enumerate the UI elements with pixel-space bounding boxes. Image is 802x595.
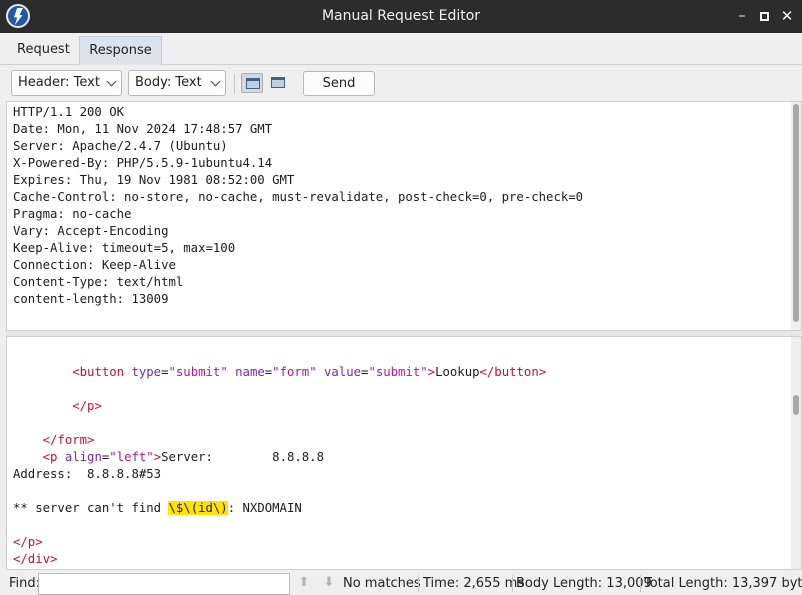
toolbar: Header: Text Body: Text Send: [0, 66, 802, 101]
header-line: Connection: Keep-Alive: [13, 258, 176, 272]
header-line: Server: Apache/2.4.7 (Ubuntu): [13, 139, 228, 153]
body-view-label: Body: Text: [135, 75, 202, 90]
toolbar-separator: [234, 74, 235, 94]
chevron-down-icon: [106, 76, 117, 87]
body-view-select[interactable]: Body: Text: [128, 70, 226, 96]
body-length: Body Length: 13,009: [516, 576, 652, 591]
find-bar: Find: ⬆ ⬇ No matches Time: 2,655 ms Body…: [0, 572, 802, 595]
split-horizontal-icon: [246, 78, 260, 89]
header-line: Pragma: no-cache: [13, 207, 132, 221]
tab-bar: Request Response: [0, 33, 802, 65]
header-line: Keep-Alive: timeout=5, max=100: [13, 241, 236, 255]
total-length: Total Length: 13,397 bytes: [644, 576, 802, 591]
header-line: Date: Mon, 11 Nov 2024 17:48:57 GMT: [13, 122, 273, 136]
close-button[interactable]: ✕: [778, 7, 796, 25]
response-time: Time: 2,655 ms: [423, 576, 525, 591]
find-label: Find:: [9, 576, 41, 591]
header-line: X-Powered-By: PHP/5.5.9-1ubuntu4.14: [13, 156, 273, 170]
header-line: Content-Type: text/html: [13, 275, 184, 289]
window-title: Manual Request Editor: [321, 8, 481, 24]
code-line: Address: 8.8.8.8#53: [13, 467, 162, 481]
header-line: content-length: 13009: [13, 292, 169, 306]
minimize-button[interactable]: –: [733, 7, 751, 25]
header-line: Vary: Accept-Encoding: [13, 224, 169, 238]
header-scrollbar[interactable]: [791, 102, 801, 330]
chevron-down-icon: [210, 76, 221, 87]
maximize-button[interactable]: [755, 7, 773, 25]
maximize-icon: [760, 12, 769, 21]
code-line: </div>: [13, 552, 58, 566]
header-line: Cache-Control: no-store, no-cache, must-…: [13, 190, 584, 204]
send-button[interactable]: Send: [303, 71, 375, 96]
split-vertical-icon: [271, 77, 285, 88]
code-line: <p align="left">Server: 8.8.8.8: [42, 450, 324, 464]
header-view-select[interactable]: Header: Text: [11, 70, 122, 96]
code-line: </p>: [13, 535, 43, 549]
header-view-label: Header: Text: [18, 75, 100, 90]
response-header-editor[interactable]: HTTP/1.1 200 OK Date: Mon, 11 Nov 2024 1…: [6, 101, 802, 331]
tab-request[interactable]: Request: [9, 36, 78, 65]
code-line: <button type="submit" name="form" value=…: [72, 365, 547, 379]
split-vertical-button[interactable]: [267, 73, 289, 93]
header-line: HTTP/1.1 200 OK: [13, 105, 125, 119]
find-input[interactable]: [38, 573, 290, 595]
find-next-icon[interactable]: ⬇: [322, 576, 336, 590]
code-line: </p>: [72, 399, 102, 413]
tab-response[interactable]: Response: [79, 36, 162, 65]
match-status: No matches: [343, 576, 421, 591]
find-previous-icon[interactable]: ⬆: [297, 576, 311, 590]
title-bar: Manual Request Editor – ✕: [0, 0, 802, 33]
split-horizontal-button[interactable]: [241, 73, 263, 93]
search-highlight: \$\(id\): [168, 501, 228, 515]
code-line: </form>: [42, 433, 95, 447]
code-line: ** server can't find \$\(id\): NXDOMAIN: [13, 501, 302, 515]
response-body-editor[interactable]: <button type="submit" name="form" value=…: [6, 336, 802, 570]
body-scrollbar[interactable]: [791, 337, 801, 569]
header-line: Expires: Thu, 19 Nov 1981 08:52:00 GMT: [13, 173, 295, 187]
